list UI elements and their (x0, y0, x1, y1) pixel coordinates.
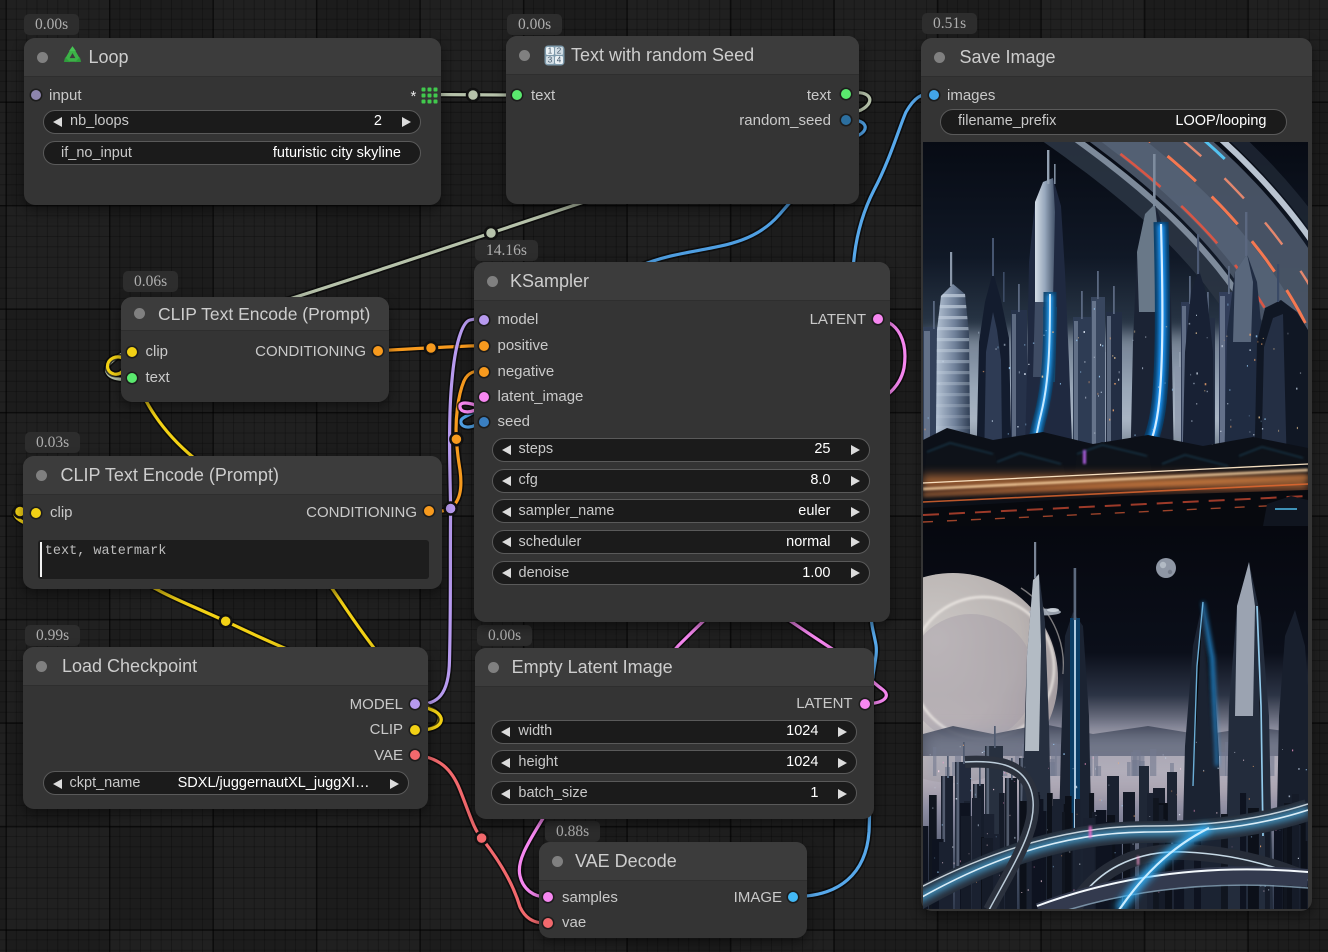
svg-text:1: 1 (548, 47, 553, 56)
svg-text:4: 4 (557, 56, 562, 65)
svg-text:3: 3 (548, 56, 553, 65)
svg-text:2: 2 (557, 47, 562, 56)
